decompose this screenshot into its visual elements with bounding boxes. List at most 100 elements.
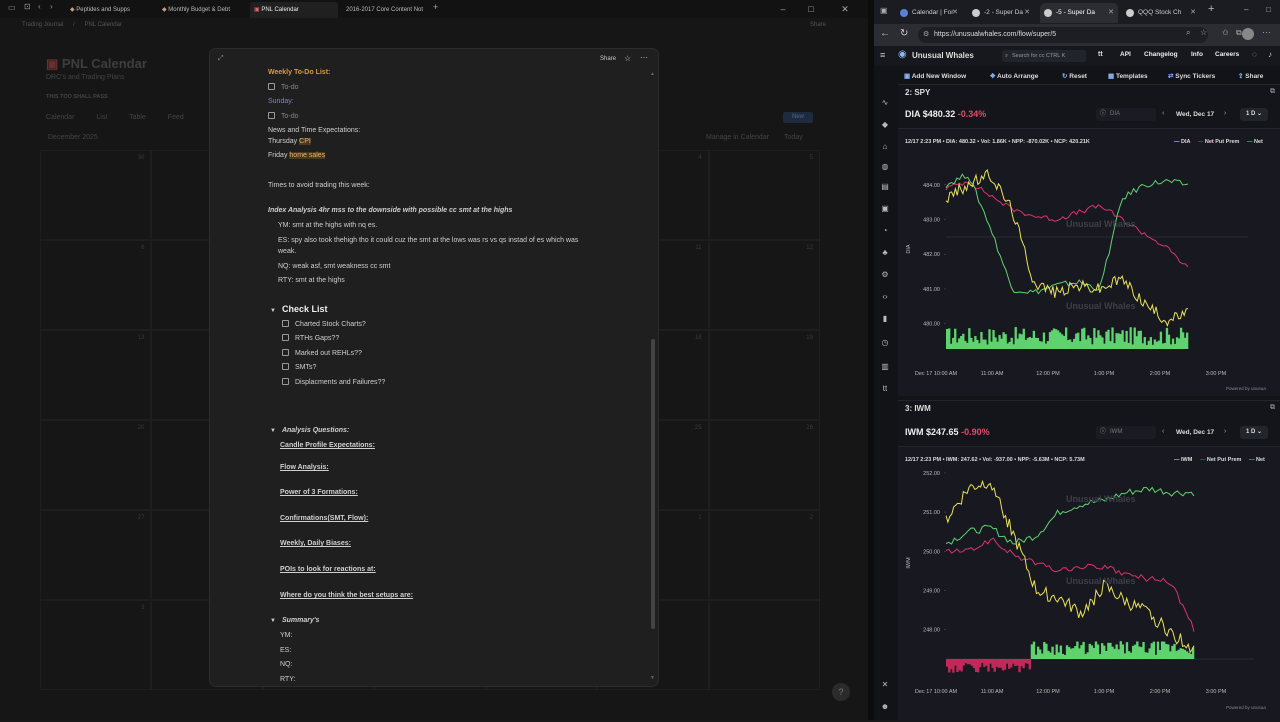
modal-share-button[interactable]: Share bbox=[600, 56, 616, 62]
tree-icon[interactable]: ♣ bbox=[880, 248, 890, 258]
view-tab[interactable]: Feed bbox=[168, 114, 184, 121]
calendar-day-cell[interactable]: 12 bbox=[708, 240, 820, 330]
reset-button[interactable]: ↻ Reset bbox=[1062, 72, 1087, 80]
iwm-chart-svg[interactable]: 252.00 251.00 250.00 249.00 248.00 IWM Dec 17 … bbox=[898, 447, 1280, 722]
breadcrumb-item[interactable]: Trading Journal bbox=[22, 22, 63, 28]
url-field[interactable]: ⚙ https://unusualwhales.com/flow/super/5 bbox=[918, 27, 1208, 43]
calendar-day-cell[interactable]: 30 bbox=[40, 150, 152, 240]
panel-expand-icon[interactable]: ⧉ bbox=[1270, 88, 1275, 96]
browser-tab[interactable]: -2 - Super Da ✕ bbox=[968, 3, 1034, 23]
bank-icon[interactable]: ⌂ bbox=[880, 142, 890, 152]
site-info-icon[interactable]: ⚙ bbox=[923, 27, 929, 43]
tab-close-icon[interactable]: ✕ bbox=[952, 3, 958, 23]
checkbox[interactable] bbox=[282, 334, 289, 341]
toggle-triangle-icon[interactable]: ▼ bbox=[270, 308, 276, 314]
next-day-icon[interactable]: › bbox=[1224, 110, 1226, 117]
browser-tab-active[interactable]: -5 - Super Da ✕ bbox=[1040, 3, 1118, 23]
calendar-day-cell[interactable]: 2 bbox=[708, 510, 820, 600]
calendar-day-cell[interactable]: 27 bbox=[40, 510, 152, 600]
panel-expand-icon[interactable]: ⧉ bbox=[1270, 404, 1275, 412]
scroll-down-icon[interactable]: ▼ bbox=[650, 675, 655, 681]
browser-menu-icon[interactable]: ··· bbox=[1262, 27, 1271, 37]
ticker-input[interactable]: ⓘ DIA bbox=[1096, 108, 1156, 121]
view-tab[interactable]: Calendar bbox=[46, 114, 74, 121]
toggle-triangle-icon[interactable]: ▼ bbox=[270, 618, 276, 624]
globe-icon[interactable]: ◍ bbox=[880, 162, 890, 172]
sync-tickers-button[interactable]: ⇄ Sync Tickers bbox=[1168, 72, 1215, 80]
summary-toggle[interactable]: ▼ Summary's bbox=[270, 617, 319, 624]
maximize-icon[interactable]: □ bbox=[800, 0, 822, 18]
help-icon[interactable]: ? bbox=[832, 683, 850, 701]
checklist-item[interactable]: Charted Stock Charts? bbox=[282, 320, 366, 328]
add-window-button[interactable]: ▣ Add New Window bbox=[904, 72, 966, 80]
calendar-day-cell[interactable]: 26 bbox=[708, 420, 820, 510]
favorites-icon[interactable]: ✩ bbox=[1222, 28, 1229, 37]
tv-icon[interactable]: ▣ bbox=[880, 204, 890, 214]
hamburger-icon[interactable]: ≡ bbox=[880, 50, 885, 60]
chat-icon[interactable]: ◌ bbox=[1252, 50, 1257, 59]
checkbox[interactable] bbox=[282, 320, 289, 327]
today-button[interactable]: Today bbox=[784, 134, 803, 141]
extensions-icon[interactable]: ⧉ bbox=[1236, 28, 1242, 38]
nav-api[interactable]: API bbox=[1120, 51, 1131, 58]
reload-icon[interactable]: ↻ bbox=[900, 28, 908, 39]
briefcase-icon[interactable]: ▮ bbox=[880, 314, 890, 324]
toggle-triangle-icon[interactable]: ▼ bbox=[270, 428, 276, 434]
scroll-up-icon[interactable]: ▲ bbox=[650, 71, 655, 77]
next-day-icon[interactable]: › bbox=[1224, 428, 1226, 435]
calendar-day-cell[interactable]: 3 bbox=[40, 600, 152, 690]
analysis-toggle[interactable]: ▼ Analysis Questions: bbox=[270, 427, 349, 434]
checkbox[interactable] bbox=[268, 83, 275, 90]
checklist-item[interactable]: Marked out REHLs?? bbox=[282, 349, 362, 357]
tab-pnl-calendar[interactable]: ▣ PNL Calendar bbox=[250, 2, 338, 18]
new-button[interactable]: New bbox=[783, 112, 813, 123]
calendar-day-cell[interactable]: 6 bbox=[40, 240, 152, 330]
breadcrumb-item[interactable]: PNL Calendar bbox=[84, 22, 121, 28]
tab-close-icon[interactable]: ✕ bbox=[1190, 3, 1196, 23]
new-tab-icon[interactable]: + bbox=[433, 2, 438, 12]
back-icon[interactable]: ← bbox=[880, 28, 890, 39]
page-share-button[interactable]: Share bbox=[810, 22, 826, 28]
calendar-day-cell[interactable]: 20 bbox=[40, 420, 152, 510]
range-select[interactable]: 1 D ⌄ bbox=[1240, 108, 1268, 121]
maximize-icon[interactable]: □ bbox=[1266, 5, 1271, 14]
calendar-day-cell[interactable]: 13 bbox=[40, 330, 152, 420]
nav-careers[interactable]: Careers bbox=[1215, 51, 1239, 58]
nav-info[interactable]: Info bbox=[1191, 51, 1203, 58]
expand-icon[interactable]: ⤢ bbox=[218, 55, 224, 63]
grid-icon[interactable]: ▤ bbox=[880, 182, 890, 192]
manage-calendar-link[interactable]: Manage in Calendar bbox=[706, 134, 769, 141]
checklist-item[interactable]: Displacments and Failures?? bbox=[282, 378, 385, 386]
forward-icon[interactable]: › bbox=[50, 2, 53, 11]
dia-chart-svg[interactable]: 484.00 483.00 482.00 481.00 480.00 DIA Dec 17 … bbox=[898, 129, 1280, 397]
back-icon[interactable]: ‹ bbox=[38, 2, 41, 11]
tab-core-content[interactable]: 2016-2017 Core Content Not bbox=[342, 2, 430, 18]
tab-close-icon[interactable]: ✕ bbox=[1108, 3, 1114, 23]
new-tab-icon[interactable]: + bbox=[1208, 3, 1214, 15]
site-name[interactable]: Unusual Whales bbox=[912, 51, 974, 60]
bookmark-star-icon[interactable]: ☆ bbox=[1200, 28, 1207, 37]
ticker-search-input[interactable]: ⌕ Search for cc CTRL K bbox=[1002, 50, 1086, 62]
calendar-day-cell[interactable] bbox=[708, 600, 820, 690]
view-tab[interactable]: List bbox=[96, 114, 107, 121]
bell-icon[interactable]: ♪ bbox=[1268, 50, 1272, 59]
close-icon[interactable]: ✕ bbox=[834, 0, 856, 18]
date-picker[interactable]: Wed, Dec 17 bbox=[1176, 111, 1214, 118]
tt-rail-icon[interactable]: tt bbox=[880, 384, 890, 394]
discord-icon[interactable]: ☻ bbox=[880, 702, 890, 712]
modal-scrollbar[interactable] bbox=[651, 339, 655, 629]
x-social-icon[interactable]: ✕ bbox=[880, 680, 890, 690]
pie-icon[interactable]: ◔ bbox=[880, 226, 890, 236]
checkbox[interactable] bbox=[282, 363, 289, 370]
tab-peptides[interactable]: ◆ Peptides and Supps bbox=[66, 2, 154, 18]
date-picker[interactable]: Wed, Dec 17 bbox=[1176, 429, 1214, 436]
todo-item[interactable]: To-do bbox=[268, 112, 299, 120]
tab-actions-icon[interactable]: ▣ bbox=[880, 6, 888, 15]
checkbox[interactable] bbox=[268, 112, 275, 119]
templates-button[interactable]: ▦ Templates bbox=[1108, 72, 1148, 80]
minimize-icon[interactable]: – bbox=[772, 0, 794, 18]
code-icon[interactable]: ‹› bbox=[880, 292, 890, 302]
checklist-item[interactable]: SMTs? bbox=[282, 363, 316, 371]
prev-day-icon[interactable]: ‹ bbox=[1162, 110, 1164, 117]
tt-icon[interactable]: tt bbox=[1098, 51, 1103, 58]
